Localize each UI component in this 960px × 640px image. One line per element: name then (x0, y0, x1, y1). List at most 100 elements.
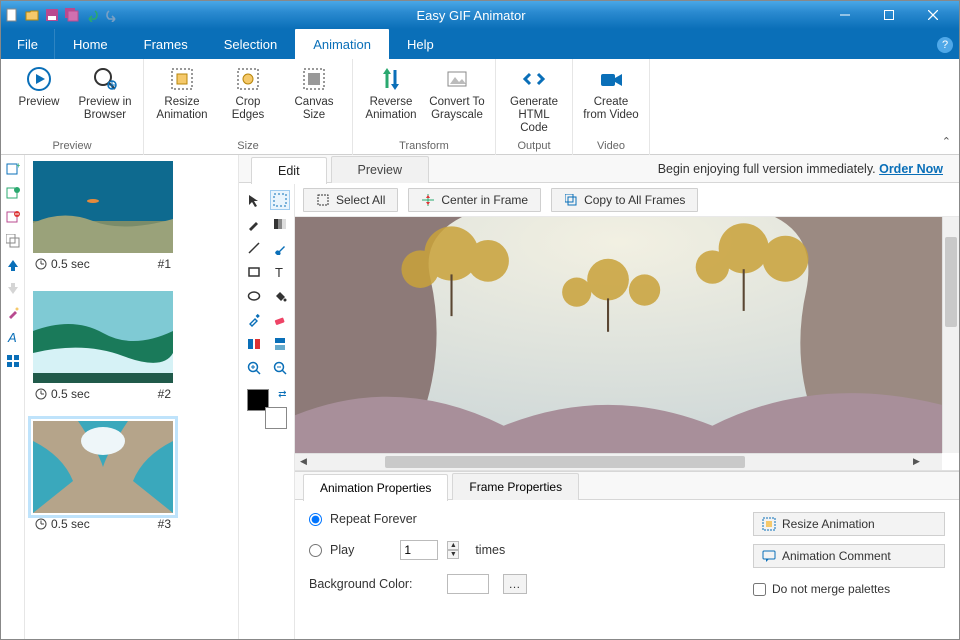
resize-label: Resize Animation (154, 96, 210, 122)
tab-animation[interactable]: Animation (295, 29, 389, 59)
canvas-viewport[interactable]: ◀▶ (295, 217, 959, 471)
tab-frames[interactable]: Frames (126, 29, 206, 59)
play-count-input[interactable] (400, 540, 438, 560)
content-area: + A 0.5 sec#1 0.5 sec#2 0.5 sec#3 Edit P… (1, 155, 959, 639)
copy-icon (564, 193, 578, 207)
bgcolor-swatch[interactable] (447, 574, 489, 594)
zoom-in-icon[interactable] (245, 359, 263, 377)
frame-time: 0.5 sec (51, 387, 90, 401)
text-tool-icon[interactable]: T (271, 263, 289, 281)
copy-all-frames-button[interactable]: Copy to All Frames (551, 188, 698, 212)
crop-edges-button[interactable]: Crop Edges (218, 61, 278, 122)
scroll-left-icon[interactable]: ◀ (295, 453, 312, 470)
tab-frame-properties[interactable]: Frame Properties (452, 473, 579, 500)
rect-tool-icon[interactable] (245, 263, 263, 281)
vertical-scrollbar[interactable] (942, 217, 959, 453)
collapse-ribbon-icon[interactable]: ⌃ (942, 135, 951, 148)
redo-icon[interactable] (105, 8, 119, 22)
select-all-button[interactable]: Select All (303, 188, 398, 212)
open-file-icon[interactable] (25, 8, 39, 22)
times-label: times (475, 543, 505, 557)
bucket-tool-icon[interactable] (271, 287, 289, 305)
zoom-out-icon[interactable] (271, 359, 289, 377)
comment-icon (762, 549, 776, 563)
move-down-icon[interactable] (5, 281, 21, 297)
play-radio[interactable]: Play (309, 543, 354, 557)
tab-home[interactable]: Home (55, 29, 126, 59)
svg-text:+: + (16, 162, 20, 170)
duplicate-frame-icon[interactable] (5, 233, 21, 249)
grid-icon[interactable] (5, 353, 21, 369)
ellipse-tool-icon[interactable] (245, 287, 263, 305)
move-up-icon[interactable] (5, 257, 21, 273)
marquee-tool-icon[interactable] (271, 191, 289, 209)
group-output-label: Output (504, 138, 564, 155)
group-transform-label: Transform (361, 138, 487, 155)
generate-html-button[interactable]: Generate HTML Code (504, 61, 564, 136)
repeat-forever-radio[interactable]: Repeat Forever (309, 512, 753, 526)
swap-colors-icon[interactable]: ⇄ (278, 389, 286, 400)
new-file-icon[interactable] (5, 8, 19, 22)
flip-h-icon[interactable] (245, 335, 263, 353)
minimize-button[interactable] (823, 1, 867, 29)
bgcolor-picker-button[interactable]: … (503, 574, 527, 594)
save-all-icon[interactable] (65, 8, 79, 22)
scroll-right-icon[interactable]: ▶ (908, 453, 925, 470)
quick-access-toolbar (5, 8, 119, 22)
frame-list: 0.5 sec#1 0.5 sec#2 0.5 sec#3 (25, 155, 239, 639)
canvas-size-label: Canvas Size (286, 96, 342, 122)
ribbon: Preview Preview in Browser Preview Resiz… (1, 59, 959, 155)
eyedropper-tool-icon[interactable] (245, 311, 263, 329)
svg-text:A: A (7, 330, 17, 344)
grayscale-button[interactable]: Convert To Grayscale (427, 61, 487, 122)
brush-tool-icon[interactable] (271, 239, 289, 257)
clock-icon (35, 388, 47, 400)
frame-thumb-1[interactable]: 0.5 sec#1 (33, 161, 173, 271)
properties-panel: Animation Properties Frame Properties Re… (295, 471, 959, 639)
resize-animation-link[interactable]: Resize Animation (753, 512, 945, 536)
preview-button[interactable]: Preview (9, 61, 69, 109)
canvas-size-button[interactable]: Canvas Size (284, 61, 344, 122)
tab-animation-properties[interactable]: Animation Properties (303, 474, 448, 501)
eraser-tool-icon[interactable] (271, 311, 289, 329)
animation-comment-link[interactable]: Animation Comment (753, 544, 945, 568)
app-title: Easy GIF Animator (119, 8, 823, 23)
video-label: Create from Video (583, 96, 639, 122)
preview-browser-button[interactable]: Preview in Browser (75, 61, 135, 122)
pencil-tool-icon[interactable] (245, 215, 263, 233)
help-icon[interactable]: ? (937, 37, 953, 53)
close-button[interactable] (911, 1, 955, 29)
pointer-tool-icon[interactable] (245, 191, 263, 209)
order-now-link[interactable]: Order Now (879, 162, 943, 176)
editor-tab-preview[interactable]: Preview (331, 156, 429, 183)
frame-thumb-2[interactable]: 0.5 sec#2 (33, 291, 173, 401)
frame-thumb-3[interactable]: 0.5 sec#3 (33, 421, 173, 531)
delete-frame-icon[interactable] (5, 209, 21, 225)
undo-icon[interactable] (85, 8, 99, 22)
create-from-video-button[interactable]: Create from Video (581, 61, 641, 122)
add-frame-icon[interactable]: + (5, 161, 21, 177)
gradient-tool-icon[interactable] (271, 215, 289, 233)
reverse-animation-button[interactable]: Reverse Animation (361, 61, 421, 122)
play-count-spinner[interactable]: ▲▼ (447, 541, 459, 559)
resize-animation-button[interactable]: Resize Animation (152, 61, 212, 122)
editor-tab-edit[interactable]: Edit (251, 157, 327, 184)
tab-file[interactable]: File (1, 29, 55, 59)
center-frame-button[interactable]: Center in Frame (408, 188, 541, 212)
add-image-icon[interactable] (5, 185, 21, 201)
merge-palettes-checkbox[interactable]: Do not merge palettes (753, 582, 945, 596)
color-swatches[interactable]: ⇄ (247, 389, 287, 429)
background-swatch[interactable] (265, 407, 287, 429)
video-icon (597, 65, 625, 93)
tab-help[interactable]: Help (389, 29, 452, 59)
tab-selection[interactable]: Selection (206, 29, 295, 59)
line-tool-icon[interactable] (245, 239, 263, 257)
maximize-button[interactable] (867, 1, 911, 29)
flip-v-icon[interactable] (271, 335, 289, 353)
title-bar: Easy GIF Animator (1, 1, 959, 29)
text-icon[interactable]: A (5, 329, 21, 345)
group-preview-label: Preview (9, 138, 135, 155)
horizontal-scrollbar[interactable]: ◀▶ (295, 453, 942, 470)
effects-icon[interactable] (5, 305, 21, 321)
save-icon[interactable] (45, 8, 59, 22)
